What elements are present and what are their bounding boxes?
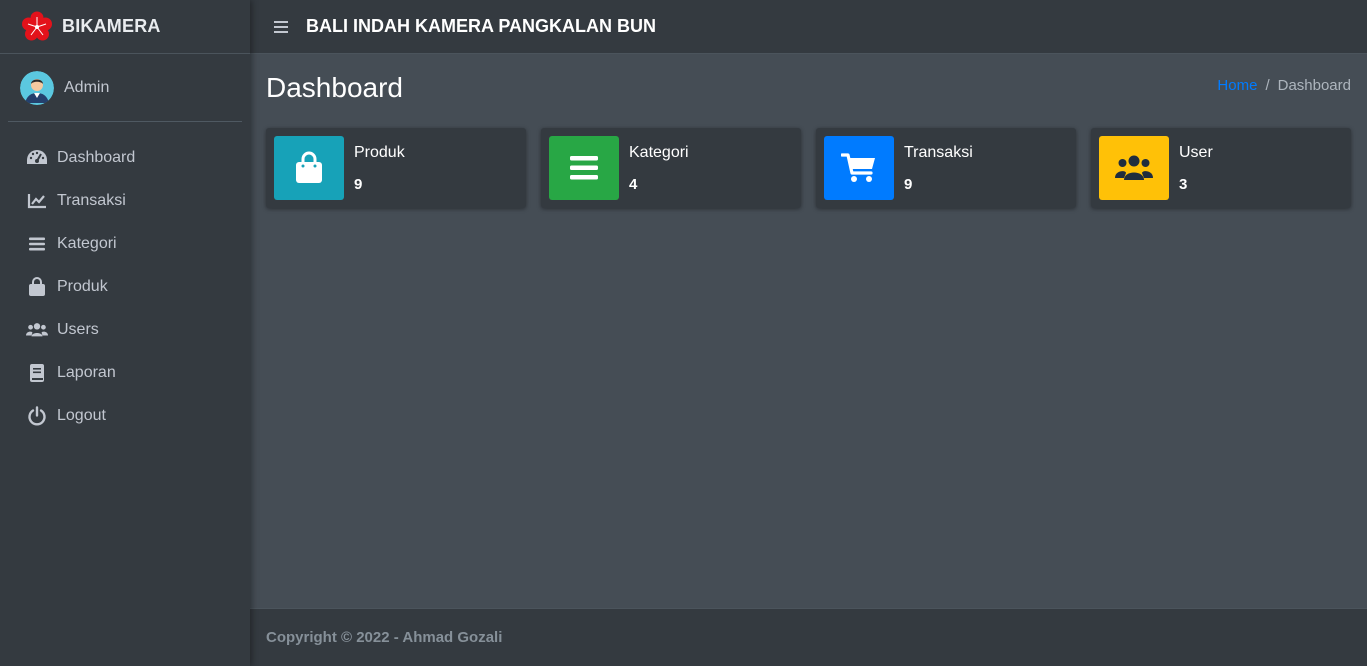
- book-icon: [26, 362, 48, 384]
- info-boxes: Produk 9 Kategori 4 Transaksi 9 User 3: [266, 128, 1351, 208]
- sidebar-nav: Dashboard Transaksi Kategori Produk User…: [0, 122, 250, 437]
- info-value: 4: [629, 175, 638, 193]
- topbar: BALI INDAH KAMERA PANGKALAN BUN: [250, 0, 1367, 54]
- info-text-user: User 3: [1179, 144, 1213, 193]
- app-title: BALI INDAH KAMERA PANGKALAN BUN: [306, 16, 656, 36]
- power-icon: [26, 405, 48, 427]
- copyright-text: Copyright © 2022 - Ahmad Gozali: [266, 629, 503, 646]
- sidebar-item-laporan[interactable]: Laporan: [0, 351, 250, 394]
- sidebar-item-label: Dashboard: [57, 148, 136, 166]
- info-label: Kategori: [629, 143, 689, 161]
- tachometer-icon: [26, 147, 48, 169]
- sidebar-item-logout[interactable]: Logout: [0, 394, 250, 437]
- brand-link[interactable]: BIKAMERA: [0, 0, 250, 54]
- shopping-cart-icon: [841, 153, 875, 182]
- user-avatar-icon: [20, 70, 54, 105]
- footer: Copyright © 2022 - Ahmad Gozali: [250, 608, 1367, 666]
- info-label: User: [1179, 143, 1213, 161]
- user-name: Admin: [64, 78, 110, 96]
- sidebar-item-kategori[interactable]: Kategori: [0, 222, 250, 265]
- info-label: Produk: [354, 143, 405, 161]
- sidebar-item-label: Produk: [57, 277, 108, 295]
- info-icon-user: [1099, 136, 1169, 200]
- info-text-produk: Produk 9: [354, 144, 405, 193]
- sidebar-item-users[interactable]: Users: [0, 308, 250, 351]
- breadcrumb-current: Dashboard: [1277, 76, 1351, 94]
- content-header: Dashboard Home / Dashboard: [266, 54, 1351, 122]
- user-panel[interactable]: Admin: [8, 54, 242, 122]
- info-icon-transaksi: [824, 136, 894, 200]
- info-box-kategori[interactable]: Kategori 4: [541, 128, 801, 208]
- list-icon: [26, 233, 48, 255]
- breadcrumb-home-link[interactable]: Home: [1217, 77, 1257, 94]
- sidebar-item-label: Logout: [57, 406, 106, 424]
- sidebar: BIKAMERA Admin Dashboard Transaksi Kateg…: [0, 0, 250, 666]
- breadcrumb: Home / Dashboard: [1217, 77, 1351, 94]
- sidebar-item-label: Kategori: [57, 234, 117, 252]
- page-title: Dashboard: [266, 72, 403, 103]
- sidebar-item-produk[interactable]: Produk: [0, 265, 250, 308]
- shopping-bag-icon: [26, 276, 48, 298]
- info-icon-produk: [274, 136, 344, 200]
- sidebar-item-label: Transaksi: [57, 191, 126, 209]
- main-content: Dashboard Home / Dashboard Produk 9 Kate…: [250, 54, 1367, 608]
- breadcrumb-separator: /: [1265, 76, 1270, 94]
- info-text-transaksi: Transaksi 9: [904, 144, 973, 193]
- info-box-user[interactable]: User 3: [1091, 128, 1351, 208]
- info-value: 3: [1179, 175, 1188, 193]
- users-icon: [1115, 155, 1153, 180]
- sidebar-item-label: Users: [57, 320, 99, 338]
- list-icon: [570, 156, 598, 180]
- hamburger-icon[interactable]: [272, 18, 290, 36]
- info-label: Transaksi: [904, 143, 973, 161]
- sidebar-item-dashboard[interactable]: Dashboard: [0, 136, 250, 179]
- info-value: 9: [904, 175, 913, 193]
- chart-line-icon: [26, 190, 48, 212]
- info-icon-kategori: [549, 136, 619, 200]
- users-icon: [26, 319, 48, 341]
- info-box-produk[interactable]: Produk 9: [266, 128, 526, 208]
- brand-name: BIKAMERA: [62, 16, 161, 36]
- info-text-kategori: Kategori 4: [629, 144, 689, 193]
- flower-logo-icon: [20, 10, 54, 44]
- sidebar-item-transaksi[interactable]: Transaksi: [0, 179, 250, 222]
- info-value: 9: [354, 175, 363, 193]
- sidebar-item-label: Laporan: [57, 363, 116, 381]
- info-box-transaksi[interactable]: Transaksi 9: [816, 128, 1076, 208]
- shopping-bag-icon: [296, 151, 322, 183]
